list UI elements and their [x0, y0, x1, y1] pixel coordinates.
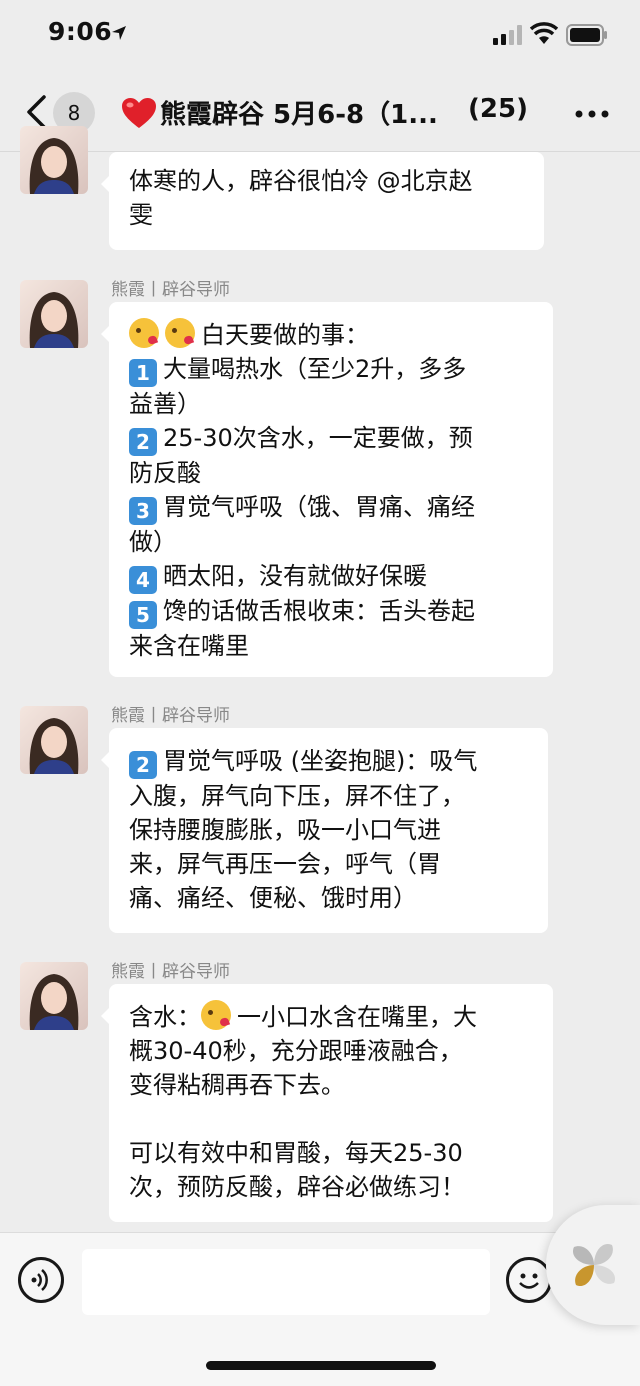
voice-input-button[interactable] [18, 1257, 64, 1303]
sender-avatar[interactable] [20, 280, 88, 348]
message-text-line: 益善） [129, 390, 201, 418]
heart-icon [122, 98, 156, 128]
message-input[interactable] [82, 1249, 490, 1315]
message-text-line: 入腹，屏气向下压，屏不住了， [129, 782, 465, 810]
number-2-keycap-icon: 2 [129, 751, 157, 779]
sender-avatar[interactable] [20, 962, 88, 1030]
message-text-line: 2 胃觉气呼吸 (坐姿抱腿)：吸气 [129, 744, 528, 779]
message-text-line: 概30-40秒，充分跟唾液融合， [129, 1037, 463, 1065]
kissing-face-icon [165, 318, 195, 348]
number-4-keycap-icon: 4 [129, 566, 157, 594]
number-5-keycap-icon: 5 [129, 601, 157, 629]
number-3-keycap-icon: 3 [129, 497, 157, 525]
back-chevron-icon[interactable] [24, 94, 48, 130]
message-text-line: 来含在嘴里 [129, 632, 249, 660]
message-text-line: 雯 [129, 201, 153, 229]
sender-avatar[interactable] [20, 706, 88, 774]
battery-icon [566, 24, 607, 46]
sender-name: 熊霞丨辟谷导师 [111, 962, 230, 982]
sender-avatar[interactable] [20, 126, 88, 194]
message-text-line [129, 1102, 533, 1136]
number-2-keycap-icon: 2 [129, 428, 157, 456]
wifi-icon [530, 22, 558, 44]
status-bar: 9:06 [0, 0, 640, 70]
message-bubble[interactable]: 含水： 一小口水含在嘴里，大 概30-40秒，充分跟唾液融合， 变得粘稠再吞下去。… [101, 984, 553, 1222]
message-text-line: 痛、痛经、便秘、饿时用） [129, 884, 417, 912]
home-indicator[interactable] [206, 1361, 436, 1370]
message-text-line: 4 晒太阳，没有就做好保暖 [129, 559, 533, 594]
status-time: 9:06 [48, 17, 113, 46]
sender-name: 熊霞丨辟谷导师 [111, 706, 230, 726]
member-count: (25) [468, 94, 528, 124]
location-arrow-icon [112, 26, 126, 40]
smiley-icon [519, 1273, 539, 1289]
more-options-icon[interactable] [575, 110, 609, 118]
message-text-line: 可以有效中和胃酸，每天25-30 [129, 1139, 463, 1167]
message-bubble[interactable]: 白天要做的事： 1 大量喝热水（至少2升，多多 益善） 2 25-30次含水，一定要… [101, 302, 553, 677]
message-text-line: 3 胃觉气呼吸（饿、胃痛、痛经 [129, 490, 533, 525]
message-bubble[interactable]: 体寒的人，辟谷很怕冷 @北京赵 雯 [101, 152, 544, 250]
message-text-line: 保持腰腹膨胀，吸一小口气进 [129, 816, 441, 844]
chat-nav-bar: 8 熊霞辟谷 5月6-8（1... (25) [0, 70, 640, 152]
chat-title: 熊霞辟谷 5月6-8（1... [160, 100, 438, 130]
message-text-line: 做） [129, 528, 177, 556]
message-text-line: 体寒的人，辟谷很怕冷 @北京赵 [129, 167, 473, 195]
message-text-line: 2 25-30次含水，一定要做，预 [129, 421, 533, 456]
kissing-face-icon [201, 1000, 231, 1030]
message-text-line: 5 馋的话做舌根收束：舌头卷起 [129, 594, 533, 629]
kissing-face-icon [129, 318, 159, 348]
message-bubble[interactable]: 2 胃觉气呼吸 (坐姿抱腿)：吸气 入腹，屏气向下压，屏不住了， 保持腰腹膨胀，吸… [101, 728, 548, 933]
number-1-keycap-icon: 1 [129, 359, 157, 387]
sender-name: 熊霞丨辟谷导师 [111, 280, 230, 300]
message-text-line: 次，预防反酸，辟谷必做练习！ [129, 1173, 465, 1201]
message-text-line: 防反酸 [129, 459, 201, 487]
pinwheel-icon [572, 1243, 616, 1287]
message-text-line: 来，屏气再压一会，呼气（胃 [129, 850, 441, 878]
message-heading: 白天要做的事： [129, 318, 533, 352]
cellular-signal-icon [493, 25, 522, 45]
message-text-line: 1 大量喝热水（至少2升，多多 [129, 352, 533, 387]
message-text-line: 变得粘稠再吞下去。 [129, 1071, 345, 1099]
message-text-line: 含水： 一小口水含在嘴里，大 [129, 1000, 533, 1034]
voice-icon [31, 1269, 48, 1291]
message-heading-text: 白天要做的事： [201, 321, 369, 349]
